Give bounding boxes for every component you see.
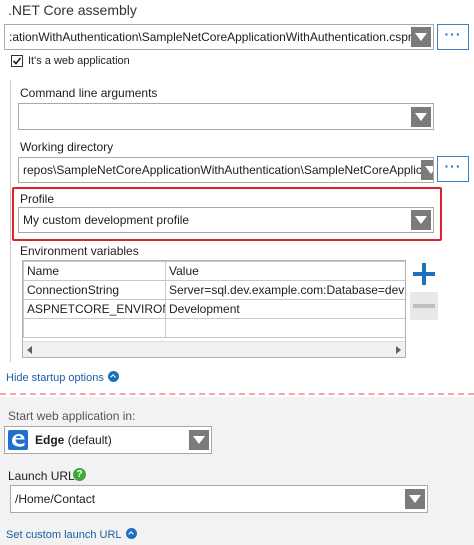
hide-startup-options-link[interactable]: Hide startup options	[6, 371, 119, 384]
separator	[0, 393, 474, 395]
help-icon[interactable]: ?	[73, 468, 86, 481]
horizontal-scrollbar[interactable]	[23, 341, 405, 357]
set-custom-launch-url-link[interactable]: Set custom launch URL	[6, 528, 137, 541]
table-row[interactable]	[23, 318, 405, 338]
assembly-browse-button[interactable]: ···	[437, 24, 469, 50]
assembly-dropdown-button[interactable]	[411, 27, 431, 47]
browser-dropdown-button[interactable]	[189, 430, 209, 450]
browser-value: Edge (default)	[35, 427, 112, 453]
cell-name[interactable]: ConnectionString	[23, 280, 166, 300]
web-app-checkbox[interactable]	[11, 55, 23, 67]
chevron-up-icon	[125, 528, 137, 539]
cell-value[interactable]: Server=sql.dev.example.com:Database=dev2…	[165, 280, 405, 300]
working-directory-label: Working directory	[20, 140, 114, 154]
command-line-label: Command line arguments	[20, 86, 158, 100]
profile-combo[interactable]: My custom development profile	[18, 207, 434, 233]
hide-startup-options-label: Hide startup options	[6, 372, 104, 384]
section-title: .NET Core assembly	[8, 2, 137, 18]
plus-icon[interactable]	[410, 260, 438, 288]
command-line-combo[interactable]	[18, 103, 434, 130]
working-directory-combo[interactable]: repos\SampleNetCoreApplicationWithAuthen…	[18, 157, 434, 183]
column-header-name[interactable]: Name	[23, 261, 166, 281]
set-custom-launch-url-label: Set custom launch URL	[6, 529, 122, 541]
column-header-value[interactable]: Value	[165, 261, 405, 281]
cell-name[interactable]	[23, 318, 166, 338]
options-group-border	[10, 80, 11, 362]
table-row[interactable]: ConnectionString Server=sql.dev.example.…	[23, 280, 405, 300]
edge-icon	[8, 430, 28, 450]
working-directory-browse-button[interactable]: ···	[437, 156, 469, 182]
chevron-up-icon	[107, 371, 119, 382]
start-in-label: Start web application in:	[8, 409, 136, 423]
minus-icon[interactable]	[410, 292, 438, 320]
assembly-path-value: :ationWithAuthentication\SampleNetCoreAp…	[9, 30, 422, 44]
environment-grid[interactable]: Name Value ConnectionString Server=sql.d…	[22, 260, 406, 358]
table-row[interactable]: ASPNETCORE_ENVIRONMENT Development	[23, 299, 405, 319]
cell-value[interactable]: Development	[165, 299, 405, 319]
checkmark-icon	[12, 57, 22, 65]
profile-label: Profile	[20, 192, 55, 206]
scroll-left-arrow[interactable]	[27, 346, 32, 354]
launch-url-value: /Home/Contact	[15, 492, 96, 506]
launch-url-combo[interactable]: /Home/Contact	[10, 485, 428, 513]
assembly-path-combo[interactable]: :ationWithAuthentication\SampleNetCoreAp…	[4, 24, 434, 50]
cell-value[interactable]	[165, 318, 405, 338]
launch-url-label: Launch URL	[8, 469, 75, 483]
scroll-right-arrow[interactable]	[396, 346, 401, 354]
cell-name[interactable]: ASPNETCORE_ENVIRONMENT	[23, 299, 166, 319]
profile-dropdown-button[interactable]	[411, 210, 431, 230]
browser-name: Edge	[35, 433, 65, 447]
browser-default-suffix: (default)	[67, 433, 112, 447]
working-directory-value: repos\SampleNetCoreApplicationWithAuthen…	[23, 163, 429, 177]
launch-url-dropdown-button[interactable]	[405, 489, 425, 509]
environment-label: Environment variables	[20, 244, 139, 258]
web-app-checkbox-label: It's a web application	[28, 55, 130, 67]
working-directory-dropdown-button[interactable]	[421, 160, 433, 180]
command-line-dropdown-button[interactable]	[411, 107, 431, 127]
profile-value: My custom development profile	[23, 213, 190, 227]
browser-combo[interactable]: Edge (default)	[4, 426, 212, 454]
